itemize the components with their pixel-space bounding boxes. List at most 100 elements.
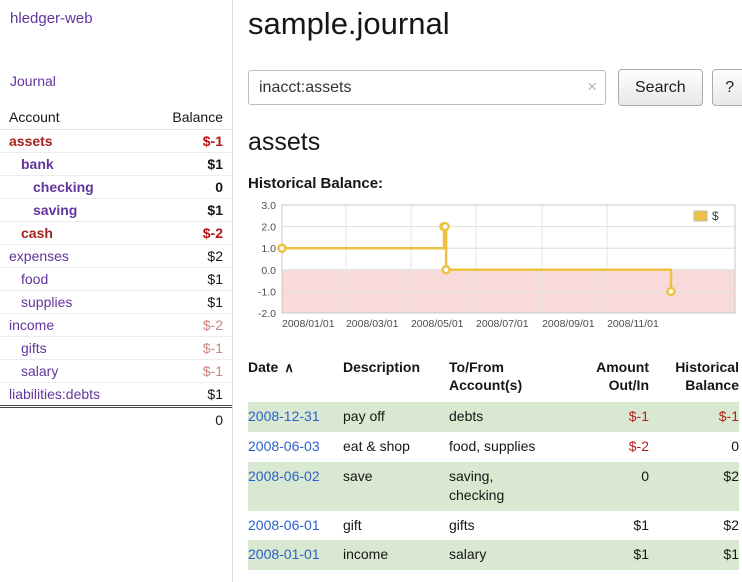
header-description: Description bbox=[343, 356, 449, 402]
svg-text:2008/11/01: 2008/11/01 bbox=[607, 318, 659, 330]
register-accounts: debts bbox=[449, 402, 589, 432]
register-balance: $1 bbox=[649, 540, 739, 570]
account-balance: $-1 bbox=[142, 130, 232, 153]
register-date-cell: 2008-06-03 bbox=[248, 432, 343, 462]
account-name-cell: salary bbox=[0, 360, 142, 383]
svg-text:2.0: 2.0 bbox=[261, 222, 276, 234]
register-date-link[interactable]: 2008-01-01 bbox=[248, 546, 320, 562]
chart-title: Historical Balance: bbox=[248, 175, 742, 192]
account-column-header: Account bbox=[0, 105, 142, 130]
svg-text:1.0: 1.0 bbox=[261, 243, 276, 255]
account-balance: $1 bbox=[142, 153, 232, 176]
account-balance: $1 bbox=[142, 268, 232, 291]
register-description: income bbox=[343, 540, 449, 570]
register-row: 2008-06-01giftgifts$1$2 bbox=[248, 511, 739, 541]
sidebar-nav: Journal bbox=[0, 73, 232, 89]
register-balance: $2 bbox=[649, 462, 739, 511]
account-name-cell: cash bbox=[0, 222, 142, 245]
search-input[interactable] bbox=[248, 70, 606, 105]
account-link-supplies[interactable]: supplies bbox=[21, 294, 72, 310]
register-body: 2008-12-31pay offdebts$-1$-12008-06-03ea… bbox=[248, 402, 739, 570]
register-date-cell: 2008-01-01 bbox=[248, 540, 343, 570]
account-link-expenses[interactable]: expenses bbox=[9, 248, 69, 264]
register-date-link[interactable]: 2008-12-31 bbox=[248, 408, 320, 424]
data-point-marker bbox=[442, 223, 449, 230]
svg-text:0.0: 0.0 bbox=[261, 265, 276, 277]
register-amount: $1 bbox=[589, 540, 649, 570]
svg-text:2008/05/01: 2008/05/01 bbox=[411, 318, 464, 330]
account-row: checking0 bbox=[0, 176, 232, 199]
chart-svg: 3.02.01.00.0-1.0-2.02008/01/012008/03/01… bbox=[248, 197, 739, 337]
header-amount: Amount Out/In bbox=[589, 356, 649, 402]
clear-search-icon[interactable]: × bbox=[587, 77, 597, 97]
register-description: gift bbox=[343, 511, 449, 541]
account-row: assets $-1 bbox=[0, 130, 232, 153]
register-row: 2008-12-31pay offdebts$-1$-1 bbox=[248, 402, 739, 432]
account-row: liabilities:debts$1 bbox=[0, 383, 232, 407]
register-accounts: food, supplies bbox=[449, 432, 589, 462]
svg-text:2008/03/01: 2008/03/01 bbox=[346, 318, 399, 330]
account-name-cell: expenses bbox=[0, 245, 142, 268]
register-date-link[interactable]: 2008-06-02 bbox=[248, 468, 320, 484]
account-name-cell: gifts bbox=[0, 337, 142, 360]
account-link-food[interactable]: food bbox=[21, 271, 48, 287]
account-name-cell: supplies bbox=[0, 291, 142, 314]
account-balance: $-2 bbox=[142, 222, 232, 245]
account-name-cell: saving bbox=[0, 199, 142, 222]
sort-ascending-icon[interactable]: ∧ bbox=[284, 360, 294, 375]
account-link-income[interactable]: income bbox=[9, 317, 54, 333]
help-button[interactable]: ? bbox=[712, 69, 742, 106]
register-header-row: Date∧ Description To/From Account(s) Amo… bbox=[248, 356, 739, 402]
svg-text:2008/09/01: 2008/09/01 bbox=[542, 318, 595, 330]
account-name-cell: checking bbox=[0, 176, 142, 199]
account-heading: assets bbox=[248, 128, 742, 157]
account-link-salary[interactable]: salary bbox=[21, 363, 58, 379]
account-name-cell: food bbox=[0, 268, 142, 291]
balance-column-header: Balance bbox=[142, 105, 232, 130]
svg-text:3.0: 3.0 bbox=[261, 200, 276, 212]
account-name-cell: income bbox=[0, 314, 142, 337]
account-row: gifts $-1 bbox=[0, 337, 232, 360]
search-field-wrap: × bbox=[248, 70, 606, 105]
register-date-link[interactable]: 2008-06-01 bbox=[248, 517, 320, 533]
register-amount: $-1 bbox=[589, 402, 649, 432]
register-accounts: gifts bbox=[449, 511, 589, 541]
account-link-assets[interactable]: assets bbox=[9, 133, 53, 149]
svg-text:2008/07/01: 2008/07/01 bbox=[476, 318, 529, 330]
header-accounts: To/From Account(s) bbox=[449, 356, 589, 402]
total-balance: 0 bbox=[142, 407, 232, 433]
register-date-link[interactable]: 2008-06-03 bbox=[248, 438, 320, 454]
account-link-liabilities-debts[interactable]: liabilities:debts bbox=[9, 386, 100, 402]
sidebar-item-journal[interactable]: Journal bbox=[10, 73, 56, 89]
page-title: sample.journal bbox=[248, 6, 742, 42]
account-link-checking[interactable]: checking bbox=[33, 179, 94, 195]
search-button[interactable]: Search bbox=[618, 69, 703, 106]
app-title-link[interactable]: hledger-web bbox=[10, 10, 93, 27]
register-row: 2008-01-01incomesalary$1$1 bbox=[248, 540, 739, 570]
svg-text:2008/01/01: 2008/01/01 bbox=[282, 318, 335, 330]
account-balance: $-1 bbox=[142, 337, 232, 360]
header-date[interactable]: Date∧ bbox=[248, 356, 343, 402]
total-row: 0 bbox=[0, 407, 232, 433]
legend-label: $ bbox=[712, 209, 719, 223]
register-accounts: saving, checking bbox=[449, 462, 589, 511]
register-description: save bbox=[343, 462, 449, 511]
register-description: pay off bbox=[343, 402, 449, 432]
register-amount: $-2 bbox=[589, 432, 649, 462]
account-row: salary$-1 bbox=[0, 360, 232, 383]
hledger-web-app: hledger-web Journal Account Balance asse… bbox=[0, 0, 742, 582]
account-row: bank $1 bbox=[0, 153, 232, 176]
sidebar: hledger-web Journal Account Balance asse… bbox=[0, 0, 233, 582]
register-row: 2008-06-03eat & shopfood, supplies$-20 bbox=[248, 432, 739, 462]
account-link-cash[interactable]: cash bbox=[21, 225, 53, 241]
account-link-bank[interactable]: bank bbox=[21, 156, 54, 172]
svg-text:-2.0: -2.0 bbox=[258, 308, 276, 320]
account-link-saving[interactable]: saving bbox=[33, 202, 77, 218]
account-name-cell: assets bbox=[0, 130, 142, 153]
register-date-cell: 2008-06-01 bbox=[248, 511, 343, 541]
main-content: sample.journal × Search ? assets Histori… bbox=[233, 0, 742, 582]
account-link-gifts[interactable]: gifts bbox=[21, 340, 47, 356]
header-balance: Historical Balance bbox=[649, 356, 739, 402]
register-table: Date∧ Description To/From Account(s) Amo… bbox=[248, 356, 739, 570]
register-description: eat & shop bbox=[343, 432, 449, 462]
